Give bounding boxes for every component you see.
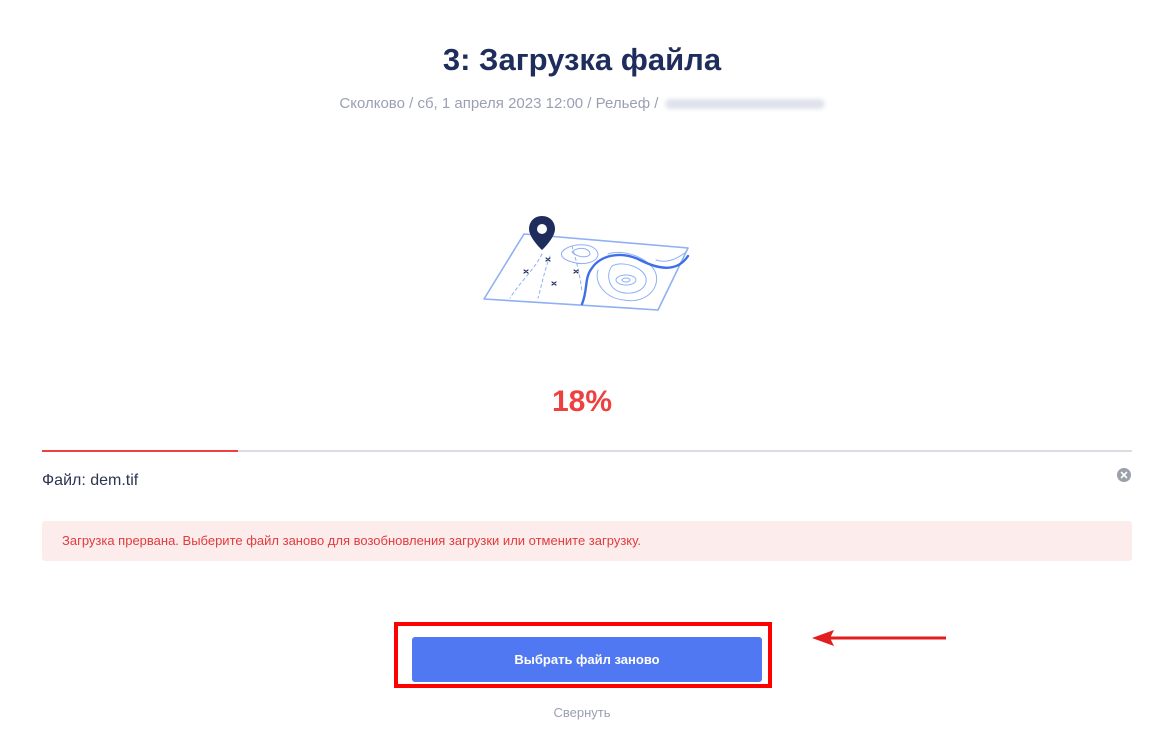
- page-subtitle: Сколково / сб, 1 апреля 2023 12:00 / Рел…: [0, 94, 1164, 114]
- map-icon: [483, 233, 690, 311]
- upload-progress-fill: [42, 450, 239, 452]
- upload-progress-bar: [42, 450, 1132, 452]
- close-circle-icon: [1120, 471, 1128, 479]
- upload-percent: 18%: [551, 385, 613, 418]
- arrow-left-icon: [812, 630, 946, 646]
- file-name: Файл: dem.tif: [42, 472, 139, 489]
- upload-page: 3: Загрузка файла Сколково / сб, 1 апрел…: [0, 0, 1164, 731]
- map-illustration: [483, 216, 690, 311]
- subtitle-meta: Сколково / сб, 1 апреля 2023 12:00 / Рел…: [339, 95, 659, 112]
- map-pin-icon: [529, 216, 555, 250]
- collapse-link[interactable]: Свернуть: [0, 704, 1164, 722]
- cancel-upload-button[interactable]: [1117, 468, 1131, 482]
- upload-error-alert: Загрузка прервана. Выберите файл заново …: [42, 521, 1132, 561]
- redacted-author: [664, 99, 825, 110]
- page-title: 3: Загрузка файла: [442, 42, 722, 77]
- reselect-file-button[interactable]: Выбрать файл заново: [412, 637, 762, 682]
